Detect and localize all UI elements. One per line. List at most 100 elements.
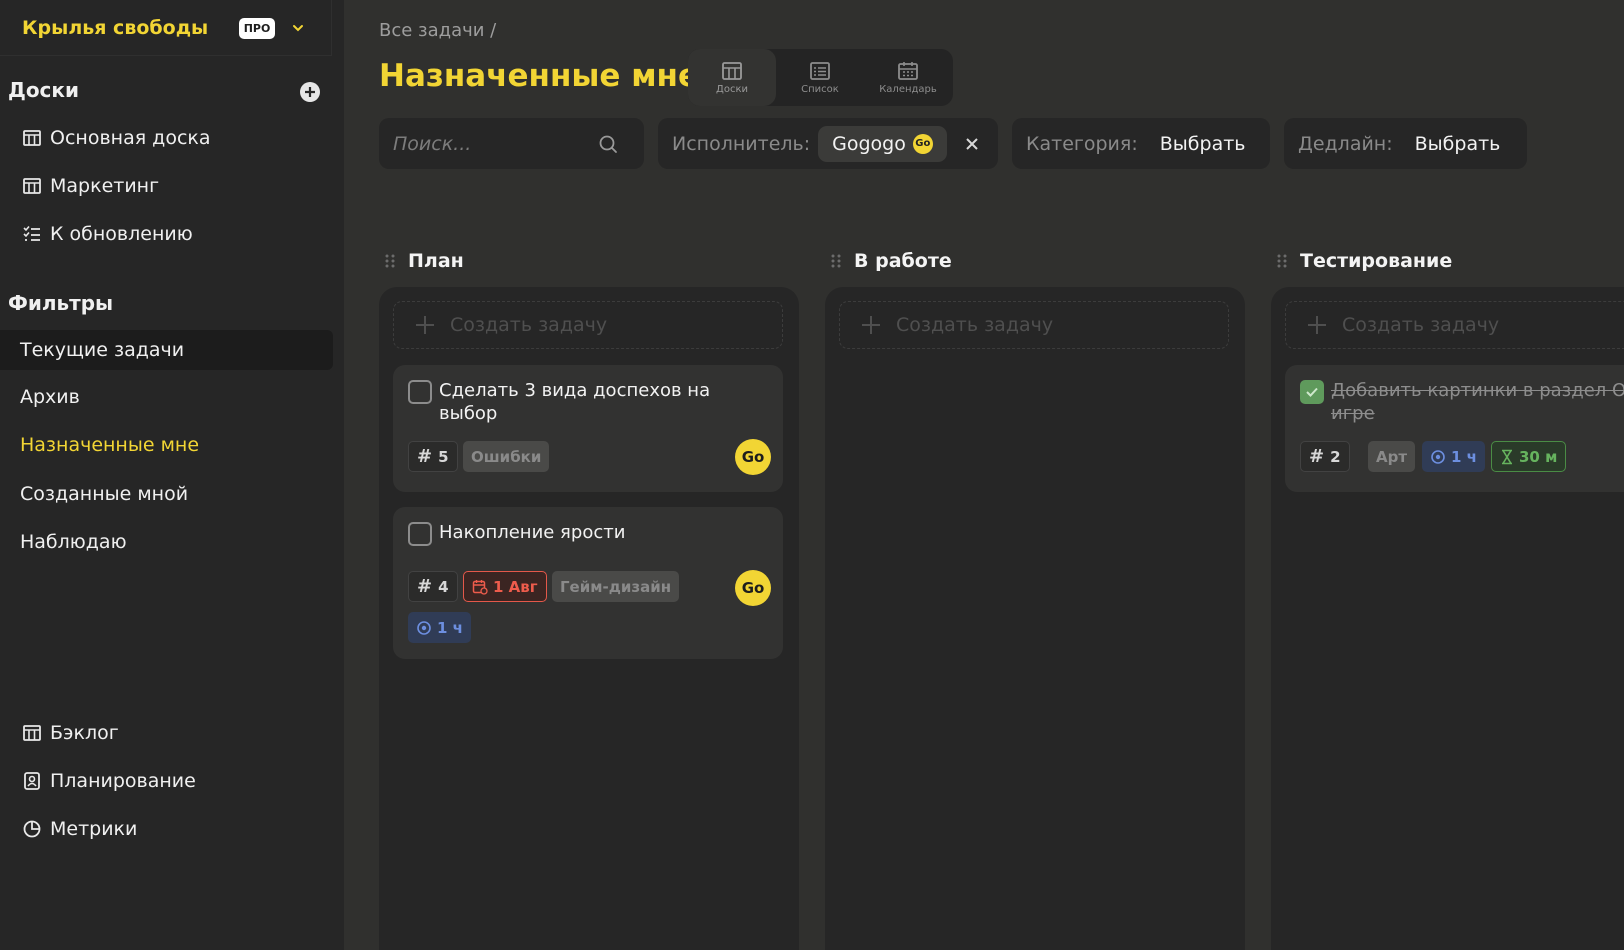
sidebar-item-planning[interactable]: Планирование bbox=[0, 761, 333, 801]
sidebar-item-marketing[interactable]: Маркетинг bbox=[0, 166, 333, 206]
task-number: 4 bbox=[438, 577, 449, 596]
hourglass-icon bbox=[1502, 449, 1512, 464]
avatar[interactable]: Go bbox=[735, 570, 771, 606]
sidebar-item-label: Архив bbox=[20, 386, 80, 408]
create-task-label: Создать задачу bbox=[1342, 314, 1500, 336]
calendar-clock-icon bbox=[472, 579, 488, 595]
create-task-button[interactable]: Создать задачу bbox=[393, 301, 783, 349]
page-title: Назначенные мне bbox=[379, 58, 699, 94]
sidebar-item-label: Основная доска bbox=[50, 127, 211, 149]
hash-icon: # bbox=[1309, 446, 1325, 467]
column-title: В работе bbox=[854, 250, 952, 272]
create-task-button[interactable]: Создать задачу bbox=[1285, 301, 1624, 349]
sidebar-item-label: Созданные мной bbox=[20, 483, 189, 505]
plus-icon bbox=[860, 314, 882, 336]
assignee-name: Gogogo bbox=[832, 132, 906, 155]
create-task-label: Создать задачу bbox=[896, 314, 1054, 336]
task-checkbox[interactable] bbox=[408, 522, 432, 546]
view-list-button[interactable]: Список bbox=[776, 49, 864, 106]
boards-section-title: Доски bbox=[8, 78, 79, 102]
assignee-filter[interactable]: Исполнитель: Gogogo Go bbox=[658, 118, 998, 169]
workspace-name: Крылья свободы bbox=[22, 16, 209, 39]
view-label: Список bbox=[801, 83, 839, 95]
sidebar-item-metrics[interactable]: Метрики bbox=[0, 809, 333, 849]
sidebar-item-label: Наблюдаю bbox=[20, 531, 127, 553]
plus-icon bbox=[305, 87, 315, 97]
assignee-chip[interactable]: Gogogo Go bbox=[818, 125, 947, 162]
task-card[interactable]: Добавить картинки в раздел Об игре # 2 А… bbox=[1285, 365, 1624, 492]
sidebar-item-backlog[interactable]: Бэклог bbox=[0, 713, 333, 753]
estimate-value: 1 ч bbox=[1451, 447, 1477, 466]
column-header-in-progress[interactable]: В работе bbox=[830, 250, 952, 272]
workspace-switcher[interactable]: Крылья свободы bbox=[0, 0, 332, 56]
task-checkbox-checked[interactable] bbox=[1300, 380, 1324, 404]
view-label: Доски bbox=[716, 83, 748, 95]
create-task-button[interactable]: Создать задачу bbox=[839, 301, 1229, 349]
deadline-filter-label: Дедлайн: bbox=[1298, 132, 1393, 155]
deadline-filter[interactable]: Дедлайн: Выбрать bbox=[1284, 118, 1527, 169]
search-box bbox=[379, 118, 644, 169]
estimate-tag: 1 ч bbox=[1422, 441, 1485, 472]
column-plan: Создать задачу Сделать 3 вида доспехов н… bbox=[379, 287, 799, 950]
task-checkbox[interactable] bbox=[408, 380, 432, 404]
view-calendar-button[interactable]: Календарь bbox=[864, 49, 952, 106]
estimate-tag: 1 ч bbox=[408, 612, 471, 643]
task-number: 2 bbox=[1330, 447, 1341, 466]
sidebar-filter-current[interactable]: Текущие задачи bbox=[0, 330, 333, 370]
task-number: 5 bbox=[438, 447, 449, 466]
time-spent-value: 30 м bbox=[1519, 447, 1558, 466]
task-title-completed: Добавить картинки в раздел Об игре bbox=[1331, 379, 1624, 425]
category-filter[interactable]: Категория: Выбрать bbox=[1012, 118, 1270, 169]
column-header-plan[interactable]: План bbox=[384, 250, 464, 272]
target-icon bbox=[417, 620, 431, 635]
check-icon bbox=[1306, 387, 1318, 397]
search-icon[interactable] bbox=[597, 133, 619, 155]
plan-badge: ПРО bbox=[239, 18, 275, 39]
sidebar-item-label: Маркетинг bbox=[50, 175, 160, 197]
sidebar-item-label: Планирование bbox=[50, 770, 196, 792]
column-title: План bbox=[408, 250, 464, 272]
time-spent-tag: 30 м bbox=[1491, 441, 1567, 472]
task-title: Накопление ярости bbox=[439, 522, 626, 543]
task-card[interactable]: Накопление ярости # 4 1 Авг Гейм-дизайн … bbox=[393, 507, 783, 659]
sidebar-filter-assigned-to-me[interactable]: Назначенные мне bbox=[0, 425, 333, 465]
create-task-label: Создать задачу bbox=[450, 314, 608, 336]
target-icon bbox=[1431, 449, 1445, 464]
view-switcher: Доски Список Календарь bbox=[688, 49, 953, 106]
sidebar-filter-watching[interactable]: Наблюдаю bbox=[0, 522, 333, 562]
column-title: Тестирование bbox=[1300, 250, 1453, 272]
avatar[interactable]: Go bbox=[735, 439, 771, 475]
sidebar-item-main-board[interactable]: Основная доска bbox=[0, 118, 333, 158]
checklist-icon bbox=[22, 224, 42, 244]
view-boards-button[interactable]: Доски bbox=[688, 49, 776, 106]
drag-handle-icon[interactable] bbox=[830, 253, 842, 269]
assignee-filter-label: Исполнитель: bbox=[672, 132, 811, 155]
column-header-testing[interactable]: Тестирование bbox=[1276, 250, 1452, 272]
sidebar-item-to-update[interactable]: К обновлению bbox=[0, 214, 333, 254]
hash-icon: # bbox=[417, 576, 433, 597]
close-icon[interactable] bbox=[965, 137, 979, 151]
task-number-tag: # 5 bbox=[408, 441, 458, 472]
category-filter-value: Выбрать bbox=[1159, 132, 1246, 155]
task-title: Сделать 3 вида доспехов на выбор bbox=[439, 380, 711, 424]
pie-chart-icon bbox=[22, 819, 42, 839]
sidebar-filter-created-by-me[interactable]: Созданные мной bbox=[0, 474, 333, 514]
sidebar-item-label: Бэклог bbox=[50, 722, 119, 744]
view-label: Календарь bbox=[879, 83, 937, 95]
add-board-button[interactable] bbox=[300, 82, 320, 102]
planning-icon bbox=[22, 771, 42, 791]
due-date-tag: 1 Авг bbox=[463, 571, 547, 602]
breadcrumb[interactable]: Все задачи / bbox=[379, 20, 496, 41]
drag-handle-icon[interactable] bbox=[1276, 253, 1288, 269]
plus-icon bbox=[1306, 314, 1328, 336]
chevron-down-icon[interactable] bbox=[290, 20, 306, 36]
task-card[interactable]: Сделать 3 вида доспехов на выбор # 5 Оши… bbox=[393, 365, 783, 492]
plus-icon bbox=[414, 314, 436, 336]
drag-handle-icon[interactable] bbox=[384, 253, 396, 269]
sidebar: Крылья свободы ПРО Доски Основная доска … bbox=[0, 0, 344, 950]
sidebar-filter-archive[interactable]: Архив bbox=[0, 377, 333, 417]
sidebar-item-label: Метрики bbox=[50, 818, 138, 840]
search-input[interactable] bbox=[393, 132, 593, 155]
calendar-icon bbox=[898, 61, 918, 80]
column-testing: Создать задачу Добавить картинки в разде… bbox=[1271, 287, 1624, 950]
